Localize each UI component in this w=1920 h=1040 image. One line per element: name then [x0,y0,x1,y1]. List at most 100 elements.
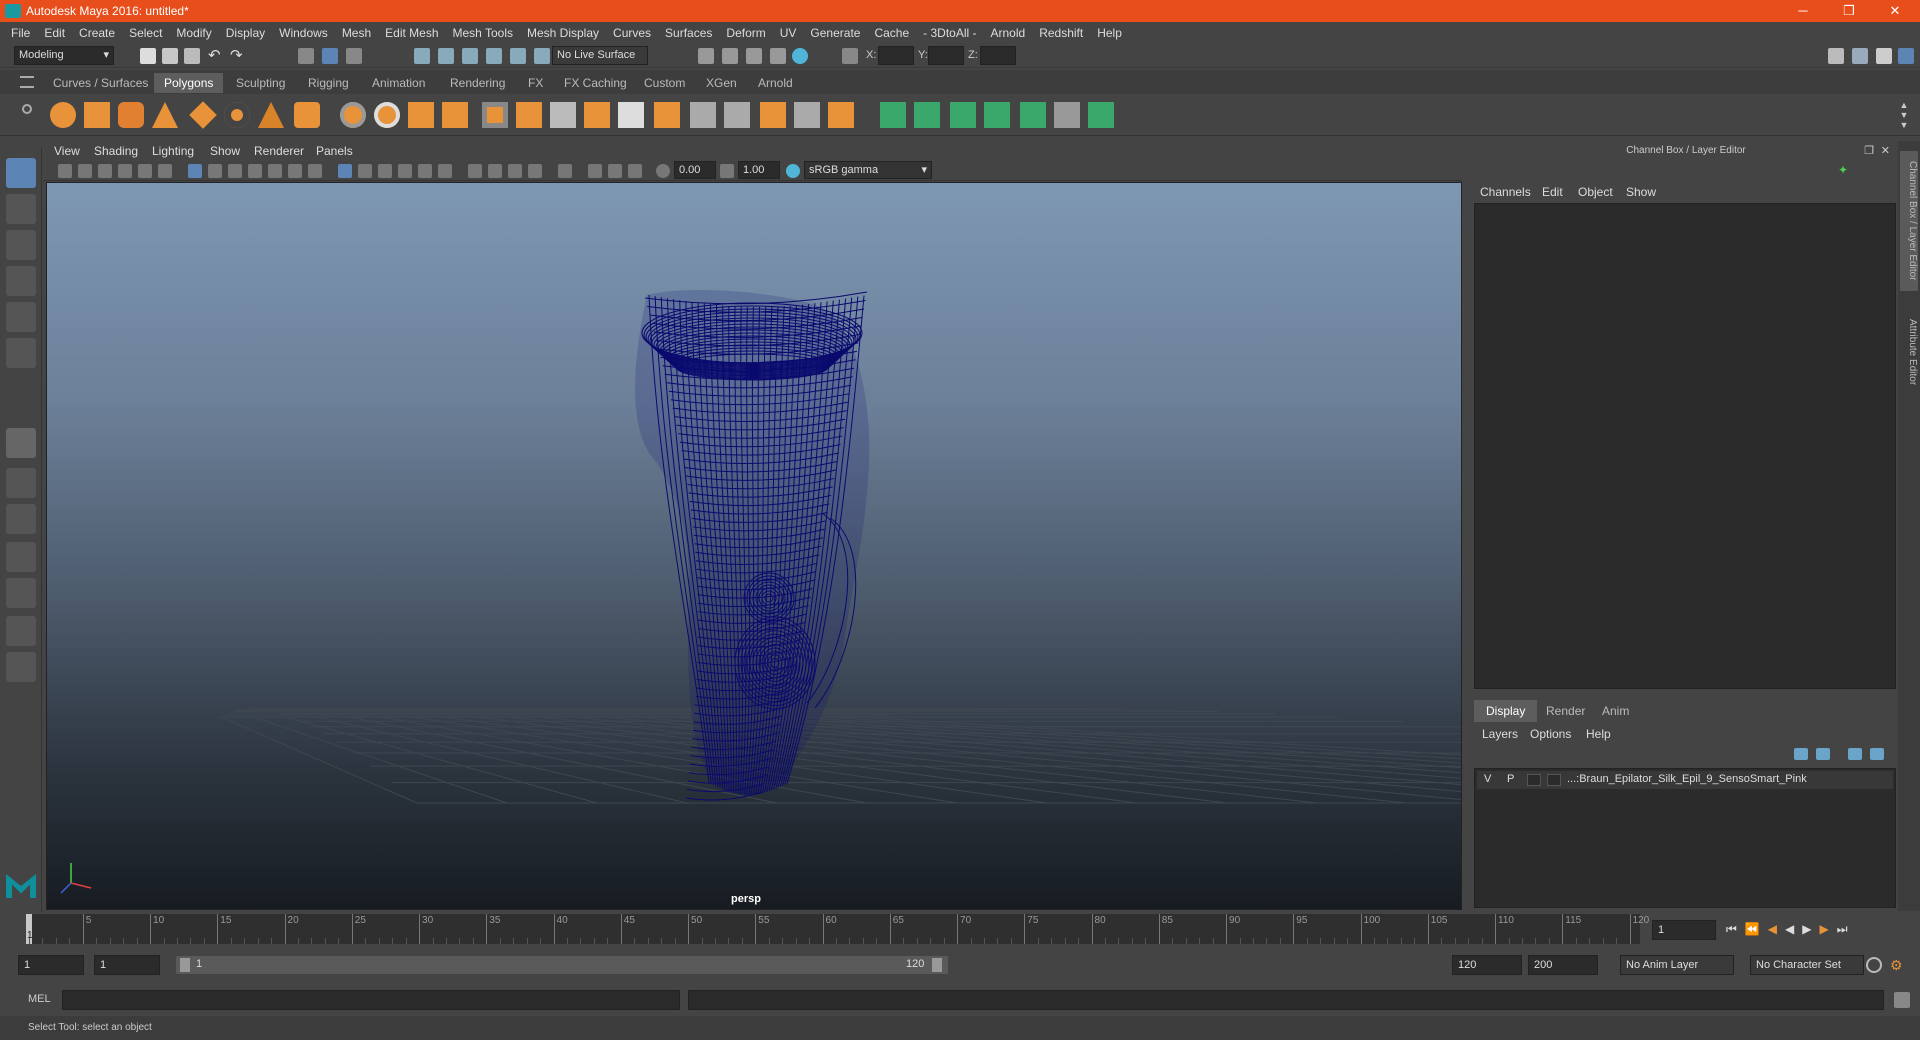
redo-icon[interactable]: ↷ [230,48,246,64]
perspective-viewport[interactable]: persp [46,182,1462,910]
extract-icon[interactable] [482,102,508,128]
menu-display[interactable]: Display [219,26,272,40]
menu-generate[interactable]: Generate [803,26,867,40]
layer-color-swatch[interactable] [1547,774,1561,786]
motion-blur-icon[interactable] [488,164,502,178]
side-tab-channel-box[interactable]: Channel Box / Layer Editor [1900,151,1918,291]
close-button[interactable]: ✕ [1872,0,1918,22]
side-tab-attribute-editor[interactable]: Attribute Editor [1900,307,1918,397]
menu-select[interactable]: Select [122,26,169,40]
range-bar[interactable]: 1 120 [176,956,948,974]
range-start-handle[interactable] [180,958,190,972]
scale-tool-icon[interactable] [6,338,36,368]
snap-live-icon[interactable] [510,48,526,64]
close-panel-icon[interactable]: ✕ [1881,141,1890,161]
menu-mesh-tools[interactable]: Mesh Tools [446,26,520,40]
layout-two-pane-icon[interactable] [6,504,36,534]
menu-3dtoall[interactable]: - 3DtoAll - [916,26,983,40]
viewport-menu-view[interactable]: View [54,144,80,158]
go-to-end-icon[interactable]: ⏭ [1837,922,1856,936]
menu-cache[interactable]: Cache [867,26,916,40]
channels-menu[interactable]: Channels [1480,185,1531,199]
poly-torus-icon[interactable] [224,102,250,128]
lasso-tool-icon[interactable] [6,194,36,224]
shelf-tab-xgen[interactable]: XGen [696,73,747,93]
viewport-menu-panels[interactable]: Panels [316,144,353,158]
tab-anim[interactable]: Anim [1590,700,1641,722]
poly-cone-icon[interactable] [152,102,178,128]
menu-help[interactable]: Help [1090,26,1129,40]
shadows-icon[interactable] [438,164,452,178]
new-scene-icon[interactable] [140,48,156,64]
step-back-key-icon[interactable]: ⏪ [1745,922,1768,936]
textured-icon[interactable] [398,164,412,178]
current-frame-field[interactable]: 1 [1652,920,1716,940]
uv-editor-icon[interactable] [880,102,906,128]
playback-end-field[interactable]: 120 [1452,955,1522,975]
help-menu[interactable]: Help [1586,727,1611,741]
snap-grid-icon[interactable] [414,48,430,64]
layout-hypershade-icon[interactable] [6,616,36,646]
gate-mask-icon[interactable] [248,164,262,178]
grease-pencil-icon[interactable] [158,164,172,178]
merge-icon[interactable] [690,102,716,128]
snap-view-plane-icon[interactable] [486,48,502,64]
select-object-icon[interactable] [322,48,338,64]
safe-title-icon[interactable] [308,164,322,178]
script-editor-icon[interactable] [1894,992,1910,1008]
smooth-shade-icon[interactable] [358,164,372,178]
menu-deform[interactable]: Deform [719,26,772,40]
z-field[interactable] [980,46,1016,65]
menu-arnold[interactable]: Arnold [984,26,1033,40]
layer-playback-toggle[interactable]: P [1507,773,1514,785]
shelf-tab-sculpting[interactable]: Sculpting [226,73,295,93]
image-plane-icon[interactable] [118,164,132,178]
menu-redshift[interactable]: Redshift [1032,26,1090,40]
separate-icon[interactable] [374,102,400,128]
delete-edge-icon[interactable] [828,102,854,128]
bookmark-icon[interactable] [98,164,112,178]
wireframe-on-shaded-icon[interactable] [378,164,392,178]
spherical-mapping-icon[interactable] [984,102,1010,128]
render-current-icon[interactable] [698,48,714,64]
shelf-settings-icon[interactable] [22,104,32,114]
menu-mesh[interactable]: Mesh [335,26,378,40]
layout-collapse-icon[interactable] [6,652,36,682]
undo-icon[interactable]: ↶ [208,48,224,64]
shelf-scroll-icon[interactable]: ▲ ▼ ▼ [1898,100,1910,130]
layout-four-pane-icon[interactable] [6,468,36,498]
menu-uv[interactable]: UV [773,26,804,40]
tool-settings-toggle-icon[interactable] [1876,48,1892,64]
float-panel-icon[interactable]: ❐ [1864,141,1874,161]
y-field[interactable] [928,46,964,65]
step-forward-frame-icon[interactable]: ▶ [1819,922,1836,936]
animation-preferences-icon[interactable]: ⚙ [1890,957,1906,973]
animation-end-field[interactable]: 200 [1528,955,1598,975]
combine-icon[interactable] [340,102,366,128]
move-layer-down-icon[interactable] [1816,748,1830,760]
layer-row[interactable]: V P ...:Braun_Epilator_Silk_Epil_9_Senso… [1477,771,1893,789]
shelf-tab-animation[interactable]: Animation [362,73,435,93]
layer-name[interactable]: ...:Braun_Epilator_Silk_Epil_9_SensoSmar… [1567,773,1807,785]
new-layer-from-selection-icon[interactable] [1870,748,1884,760]
exposure-icon[interactable] [656,164,670,178]
fill-hole-icon[interactable] [654,102,680,128]
viewport-menu-lighting[interactable]: Lighting [152,144,194,158]
shelf-tab-curves-surfaces[interactable]: Curves / Surfaces [43,73,158,93]
gamma-field[interactable]: 1.00 [738,161,780,179]
film-gate-icon[interactable] [208,164,222,178]
minimize-button[interactable]: ─ [1780,0,1826,22]
menu-modify[interactable]: Modify [169,26,218,40]
menu-edit[interactable]: Edit [37,26,72,40]
play-forward-icon[interactable]: ▶ [1802,922,1819,936]
layer-type-toggle[interactable] [1527,774,1541,786]
bevel-icon[interactable] [618,102,644,128]
camera-select-icon[interactable] [58,164,72,178]
poly-cube-icon[interactable] [84,102,110,128]
channel-box-toggle-icon[interactable] [1898,48,1914,64]
go-to-start-icon[interactable]: ⏮ [1726,922,1745,936]
field-chart-icon[interactable] [268,164,282,178]
poly-cylinder-icon[interactable] [118,102,144,128]
render-view-icon[interactable] [746,48,762,64]
depth-of-field-icon[interactable] [528,164,542,178]
